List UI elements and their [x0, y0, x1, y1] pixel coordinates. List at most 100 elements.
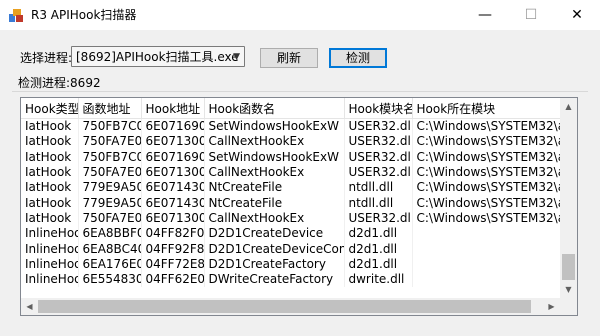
hook-type-cell: InlineHook: [21, 226, 79, 242]
func-address-cell: 6EA176E0: [78, 256, 142, 272]
hook-location-cell: [412, 256, 562, 272]
table-row[interactable]: IatHook 750FA7E0 6E071300 CallNextHookEx USE…: [21, 164, 562, 181]
func-address-cell: 750FA7E0: [78, 210, 142, 227]
hook-location-cell: C:\Windows\SYSTEM32\apphelp: [412, 164, 562, 181]
table-row[interactable]: IatHook 750FA7E0 6E071300 CallNextHookEx USE…: [21, 134, 562, 150]
hook-location-cell: C:\Windows\SYSTEM32\apphelp: [412, 118, 562, 135]
hook-func-name-cell: DWriteCreateFactory: [204, 271, 345, 288]
group-divider: [12, 91, 588, 92]
process-dropdown-value: [8692]APIHook扫描工具.exe: [76, 50, 239, 64]
refresh-button[interactable]: 刷新: [260, 48, 318, 68]
hook-module-name-cell: d2d1.dll: [344, 226, 413, 242]
hook-address-cell: 6E071300: [141, 210, 205, 227]
hook-module-name-cell: USER32.dll: [344, 118, 413, 135]
hook-module-name-cell: ntdll.dll: [344, 180, 413, 196]
func-address-cell: 779E9A50: [78, 180, 142, 196]
hook-address-cell: 6E071690: [141, 149, 205, 165]
window-title: R3 APIHook扫描器: [31, 8, 137, 22]
hook-address-cell: 04FF82F0: [141, 226, 205, 242]
chevron-down-icon[interactable]: ▼: [233, 50, 240, 64]
table-row[interactable]: IatHook 779E9A50 6E071430 NtCreateFile ntdll…: [21, 195, 562, 211]
table-row[interactable]: InlineHook6EA176E004FF72E8D2D1CreateFact…: [21, 256, 562, 272]
process-dropdown[interactable]: [8692]APIHook扫描工具.exe ▼: [71, 46, 245, 67]
hook-func-name-cell: CallNextHookEx: [204, 134, 345, 150]
title-bar: R3 APIHook扫描器 — ☐ ✕: [0, 0, 600, 30]
hook-address-cell: 6E071430: [141, 195, 205, 211]
hook-type-cell: IatHook: [21, 134, 79, 150]
hook-func-name-cell: SetWindowsHookExW: [204, 118, 345, 135]
hook-address-cell: 04FF72E8: [141, 256, 205, 272]
vertical-scrollbar[interactable]: ▲ ▼: [560, 98, 577, 298]
hook-type-cell: IatHook: [21, 149, 79, 165]
hook-func-name-cell: SetWindowsHookExW: [204, 149, 345, 165]
horizontal-scroll-thumb[interactable]: [38, 300, 531, 313]
hook-type-cell: InlineHook: [21, 241, 79, 257]
scroll-up-icon[interactable]: ▲: [560, 98, 577, 115]
table-row[interactable]: IatHook 750FB7C0 6E071690 SetWindowsHookExW…: [21, 118, 562, 135]
hook-address-cell: 6E071300: [141, 134, 205, 150]
hook-location-cell: C:\Windows\SYSTEM32\apphelp: [412, 149, 562, 165]
table-row[interactable]: IatHook 750FB7C0 6E071690 SetWindowsHookExW…: [21, 149, 562, 165]
hook-type-cell: IatHook: [21, 195, 79, 211]
hook-location-cell: [412, 271, 562, 288]
hook-module-name-cell: USER32.dll: [344, 134, 413, 150]
func-address-cell: 750FB7C0: [78, 149, 142, 165]
hook-module-name-cell: d2d1.dll: [344, 241, 413, 257]
app-logo-icon: [9, 9, 23, 22]
hook-table: Hook类型 函数地址 Hook地址 Hook函数名 Hook模块名 Hook所…: [21, 98, 562, 288]
func-address-cell: 750FB7C0: [78, 118, 142, 135]
table-row[interactable]: IatHook 779E9A50 6E071430 NtCreateFile ntdll…: [21, 180, 562, 196]
hook-func-name-cell: D2D1CreateFactory: [204, 256, 345, 272]
table-header-row: Hook类型 函数地址 Hook地址 Hook函数名 Hook模块名 Hook所…: [21, 98, 562, 119]
close-button[interactable]: ✕: [554, 0, 600, 30]
detect-button[interactable]: 检测: [329, 48, 387, 68]
scroll-left-icon[interactable]: ◀: [21, 298, 38, 315]
column-header-func-address[interactable]: 函数地址: [78, 98, 142, 119]
hook-func-name-cell: CallNextHookEx: [204, 164, 345, 181]
hook-module-name-cell: dwrite.dll: [344, 271, 413, 288]
hook-location-cell: C:\Windows\SYSTEM32\apphelp: [412, 210, 562, 227]
table-row[interactable]: InlineHook6E55483004FF62E0DWriteCreateFa…: [21, 271, 562, 288]
func-address-cell: 779E9A50: [78, 195, 142, 211]
func-address-cell: 6EA8BBF0: [78, 226, 142, 242]
hook-type-cell: IatHook: [21, 118, 79, 135]
func-address-cell: 750FA7E0: [78, 164, 142, 181]
hook-module-name-cell: USER32.dll: [344, 210, 413, 227]
hook-func-name-cell: NtCreateFile: [204, 195, 345, 211]
hook-location-cell: C:\Windows\SYSTEM32\apphelp: [412, 180, 562, 196]
hook-func-name-cell: D2D1CreateDeviceContext: [204, 241, 345, 257]
hook-module-name-cell: USER32.dll: [344, 149, 413, 165]
hook-func-name-cell: D2D1CreateDevice: [204, 226, 345, 242]
hook-type-cell: InlineHook: [21, 271, 79, 288]
hook-type-cell: IatHook: [21, 180, 79, 196]
column-header-hook-location[interactable]: Hook所在模块: [412, 98, 562, 119]
table-row[interactable]: IatHook 750FA7E0 6E071300 CallNextHookEx USE…: [21, 210, 562, 227]
hook-address-cell: 6E071430: [141, 180, 205, 196]
column-header-hook-type[interactable]: Hook类型: [21, 98, 79, 119]
func-address-cell: 750FA7E0: [78, 134, 142, 150]
horizontal-scrollbar[interactable]: ◀ ▶: [21, 298, 560, 315]
minimize-button[interactable]: —: [462, 0, 508, 30]
hook-type-cell: IatHook: [21, 210, 79, 227]
hook-location-cell: [412, 226, 562, 242]
hook-module-name-cell: d2d1.dll: [344, 256, 413, 272]
table-row[interactable]: InlineHook6EA8BC4004FF92F8D2D1CreateDevi…: [21, 241, 562, 257]
hook-func-name-cell: NtCreateFile: [204, 180, 345, 196]
func-address-cell: 6EA8BC40: [78, 241, 142, 257]
scroll-right-icon[interactable]: ▶: [543, 298, 560, 315]
hook-location-cell: [412, 241, 562, 257]
scroll-down-icon[interactable]: ▼: [560, 281, 577, 298]
vertical-scroll-thumb[interactable]: [562, 254, 575, 280]
func-address-cell: 6E554830: [78, 271, 142, 288]
hook-type-cell: IatHook: [21, 164, 79, 181]
hook-list[interactable]: Hook类型 函数地址 Hook地址 Hook函数名 Hook模块名 Hook所…: [20, 97, 578, 316]
hook-type-cell: InlineHook: [21, 256, 79, 272]
maximize-button[interactable]: ☐: [508, 0, 554, 30]
scrollbar-corner: [560, 298, 577, 315]
column-header-hook-func-name[interactable]: Hook函数名: [204, 98, 345, 119]
column-header-hook-module-name[interactable]: Hook模块名: [344, 98, 413, 119]
table-row[interactable]: InlineHook6EA8BBF004FF82F0D2D1CreateDevi…: [21, 226, 562, 242]
hook-address-cell: 6E071690: [141, 118, 205, 135]
column-header-hook-address[interactable]: Hook地址: [141, 98, 205, 119]
hook-location-cell: C:\Windows\SYSTEM32\apphelp: [412, 134, 562, 150]
